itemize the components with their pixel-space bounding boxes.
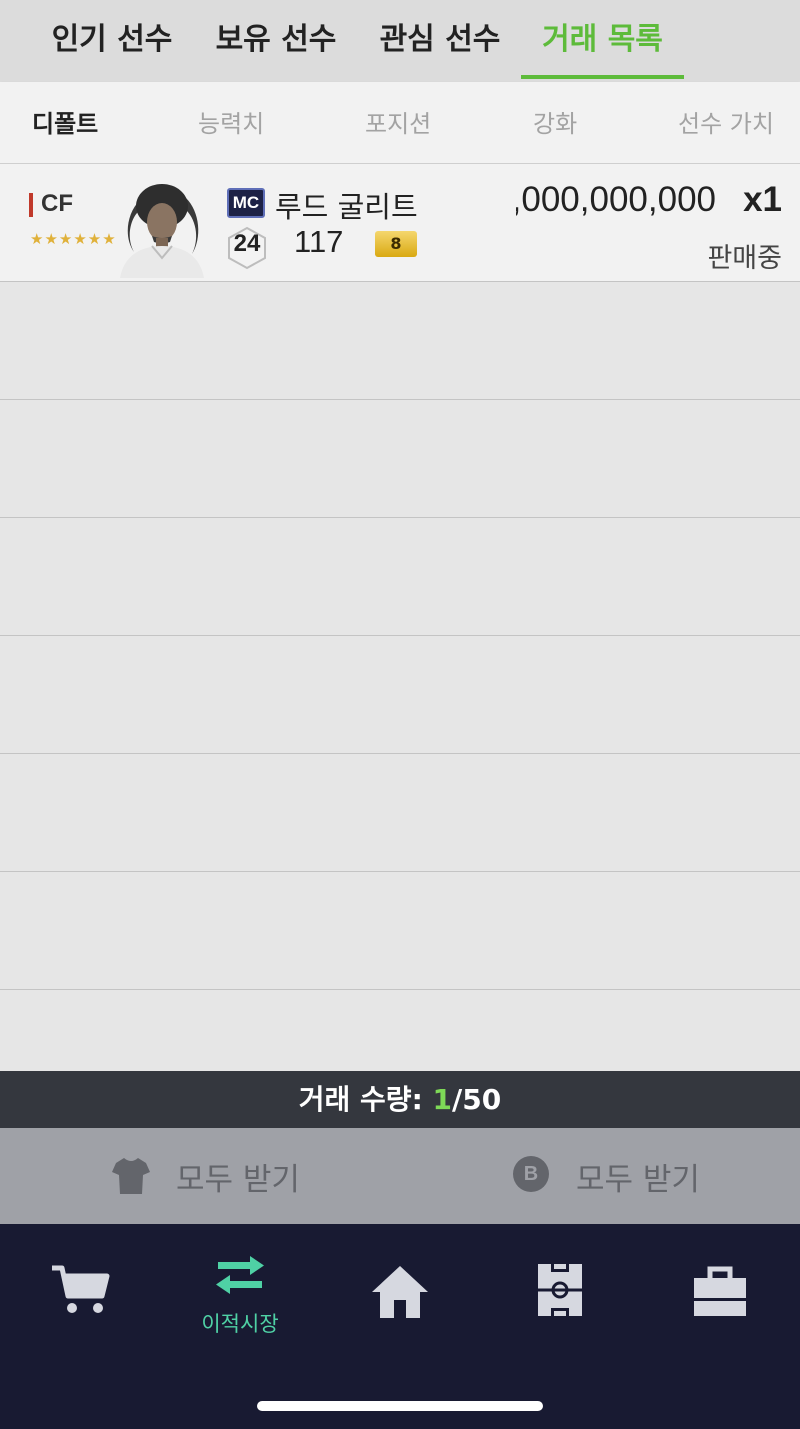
listing-quantity: x1 — [743, 180, 782, 219]
receive-all-players-label: 모두 받기 — [176, 1162, 300, 1198]
player-level: 24 — [233, 230, 261, 257]
nav-shop[interactable] — [0, 1224, 160, 1344]
player-name: 루드 굴리트 — [275, 190, 418, 224]
player-position: CF — [41, 190, 73, 217]
jersey-icon — [112, 1158, 150, 1194]
nav-storage[interactable] — [640, 1224, 800, 1344]
bp-coin-icon: B — [513, 1156, 549, 1192]
player-ovr: 117 — [294, 224, 344, 259]
briefcase-icon — [694, 1266, 746, 1316]
sort-default[interactable]: 디폴트 — [32, 82, 98, 164]
player-stars: ★★★★★★ — [30, 230, 117, 248]
home-indicator — [257, 1401, 543, 1411]
empty-list-row — [0, 282, 800, 400]
shopping-cart-icon — [52, 1265, 110, 1313]
listing-price: 10,000,000,000 — [516, 180, 716, 220]
listing-status: 판매중 — [707, 243, 782, 274]
empty-list-row — [0, 872, 800, 990]
sort-player-value[interactable]: 선수 가치 — [678, 82, 774, 164]
nav-transfer-market-label: 이적시장 — [201, 1312, 279, 1336]
position-color-marker — [29, 193, 33, 217]
player-portrait — [120, 184, 204, 278]
sort-position[interactable]: 포지션 — [365, 82, 431, 164]
upgrade-badge: 8 — [375, 231, 417, 257]
receive-all-bar: 모두 받기 B 모두 받기 — [0, 1128, 800, 1224]
nav-transfer-market[interactable]: 이적시장 — [160, 1224, 320, 1344]
receive-all-players-button[interactable]: 모두 받기 — [0, 1128, 400, 1224]
tab-trade-list-label: 거래 목록 — [542, 22, 663, 57]
trade-count-label: 거래 수량: — [298, 1083, 433, 1116]
tab-owned-players[interactable]: 보유 선수 — [206, 0, 346, 82]
bottom-navigation: 이적시장 — [0, 1224, 800, 1429]
trade-count-current: 1 — [432, 1083, 452, 1116]
empty-list-row — [0, 400, 800, 518]
active-tab-underline — [521, 75, 684, 79]
receive-all-bp-label: 모두 받기 — [576, 1162, 700, 1198]
empty-list-row — [0, 754, 800, 872]
tab-trade-list[interactable]: 거래 목록 — [521, 0, 684, 82]
tab-watchlist-players[interactable]: 관심 선수 — [370, 0, 510, 82]
sort-bar: 디폴트 능력치 포지션 강화 선수 가치 — [0, 82, 800, 164]
sort-upgrade[interactable]: 강화 — [533, 82, 577, 164]
top-tab-bar: 인기 선수 보유 선수 관심 선수 거래 목록 — [0, 0, 800, 82]
football-pitch-icon — [538, 1264, 582, 1316]
nav-home[interactable] — [320, 1224, 480, 1344]
trade-count-max: /50 — [452, 1083, 502, 1116]
listing-price-value: 10,000,000,000 — [516, 180, 716, 219]
trade-count-bar: 거래 수량: 1/50 — [0, 1071, 800, 1128]
empty-list-row — [0, 636, 800, 754]
receive-all-bp-button[interactable]: B 모두 받기 — [400, 1128, 800, 1224]
tab-popular-players[interactable]: 인기 선수 — [42, 0, 182, 82]
trade-list-row[interactable]: CF ★★★★★★ MC 루드 굴리트 24 117 8 10,000,000,… — [0, 164, 800, 282]
trade-list: CF ★★★★★★ MC 루드 굴리트 24 117 8 10,000,000,… — [0, 164, 800, 1071]
transfer-arrows-icon — [216, 1256, 264, 1294]
sort-ability[interactable]: 능력치 — [198, 82, 264, 164]
season-badge: MC — [227, 188, 265, 218]
nav-squad[interactable] — [480, 1224, 640, 1344]
empty-list-row — [0, 518, 800, 636]
home-icon — [372, 1266, 428, 1318]
